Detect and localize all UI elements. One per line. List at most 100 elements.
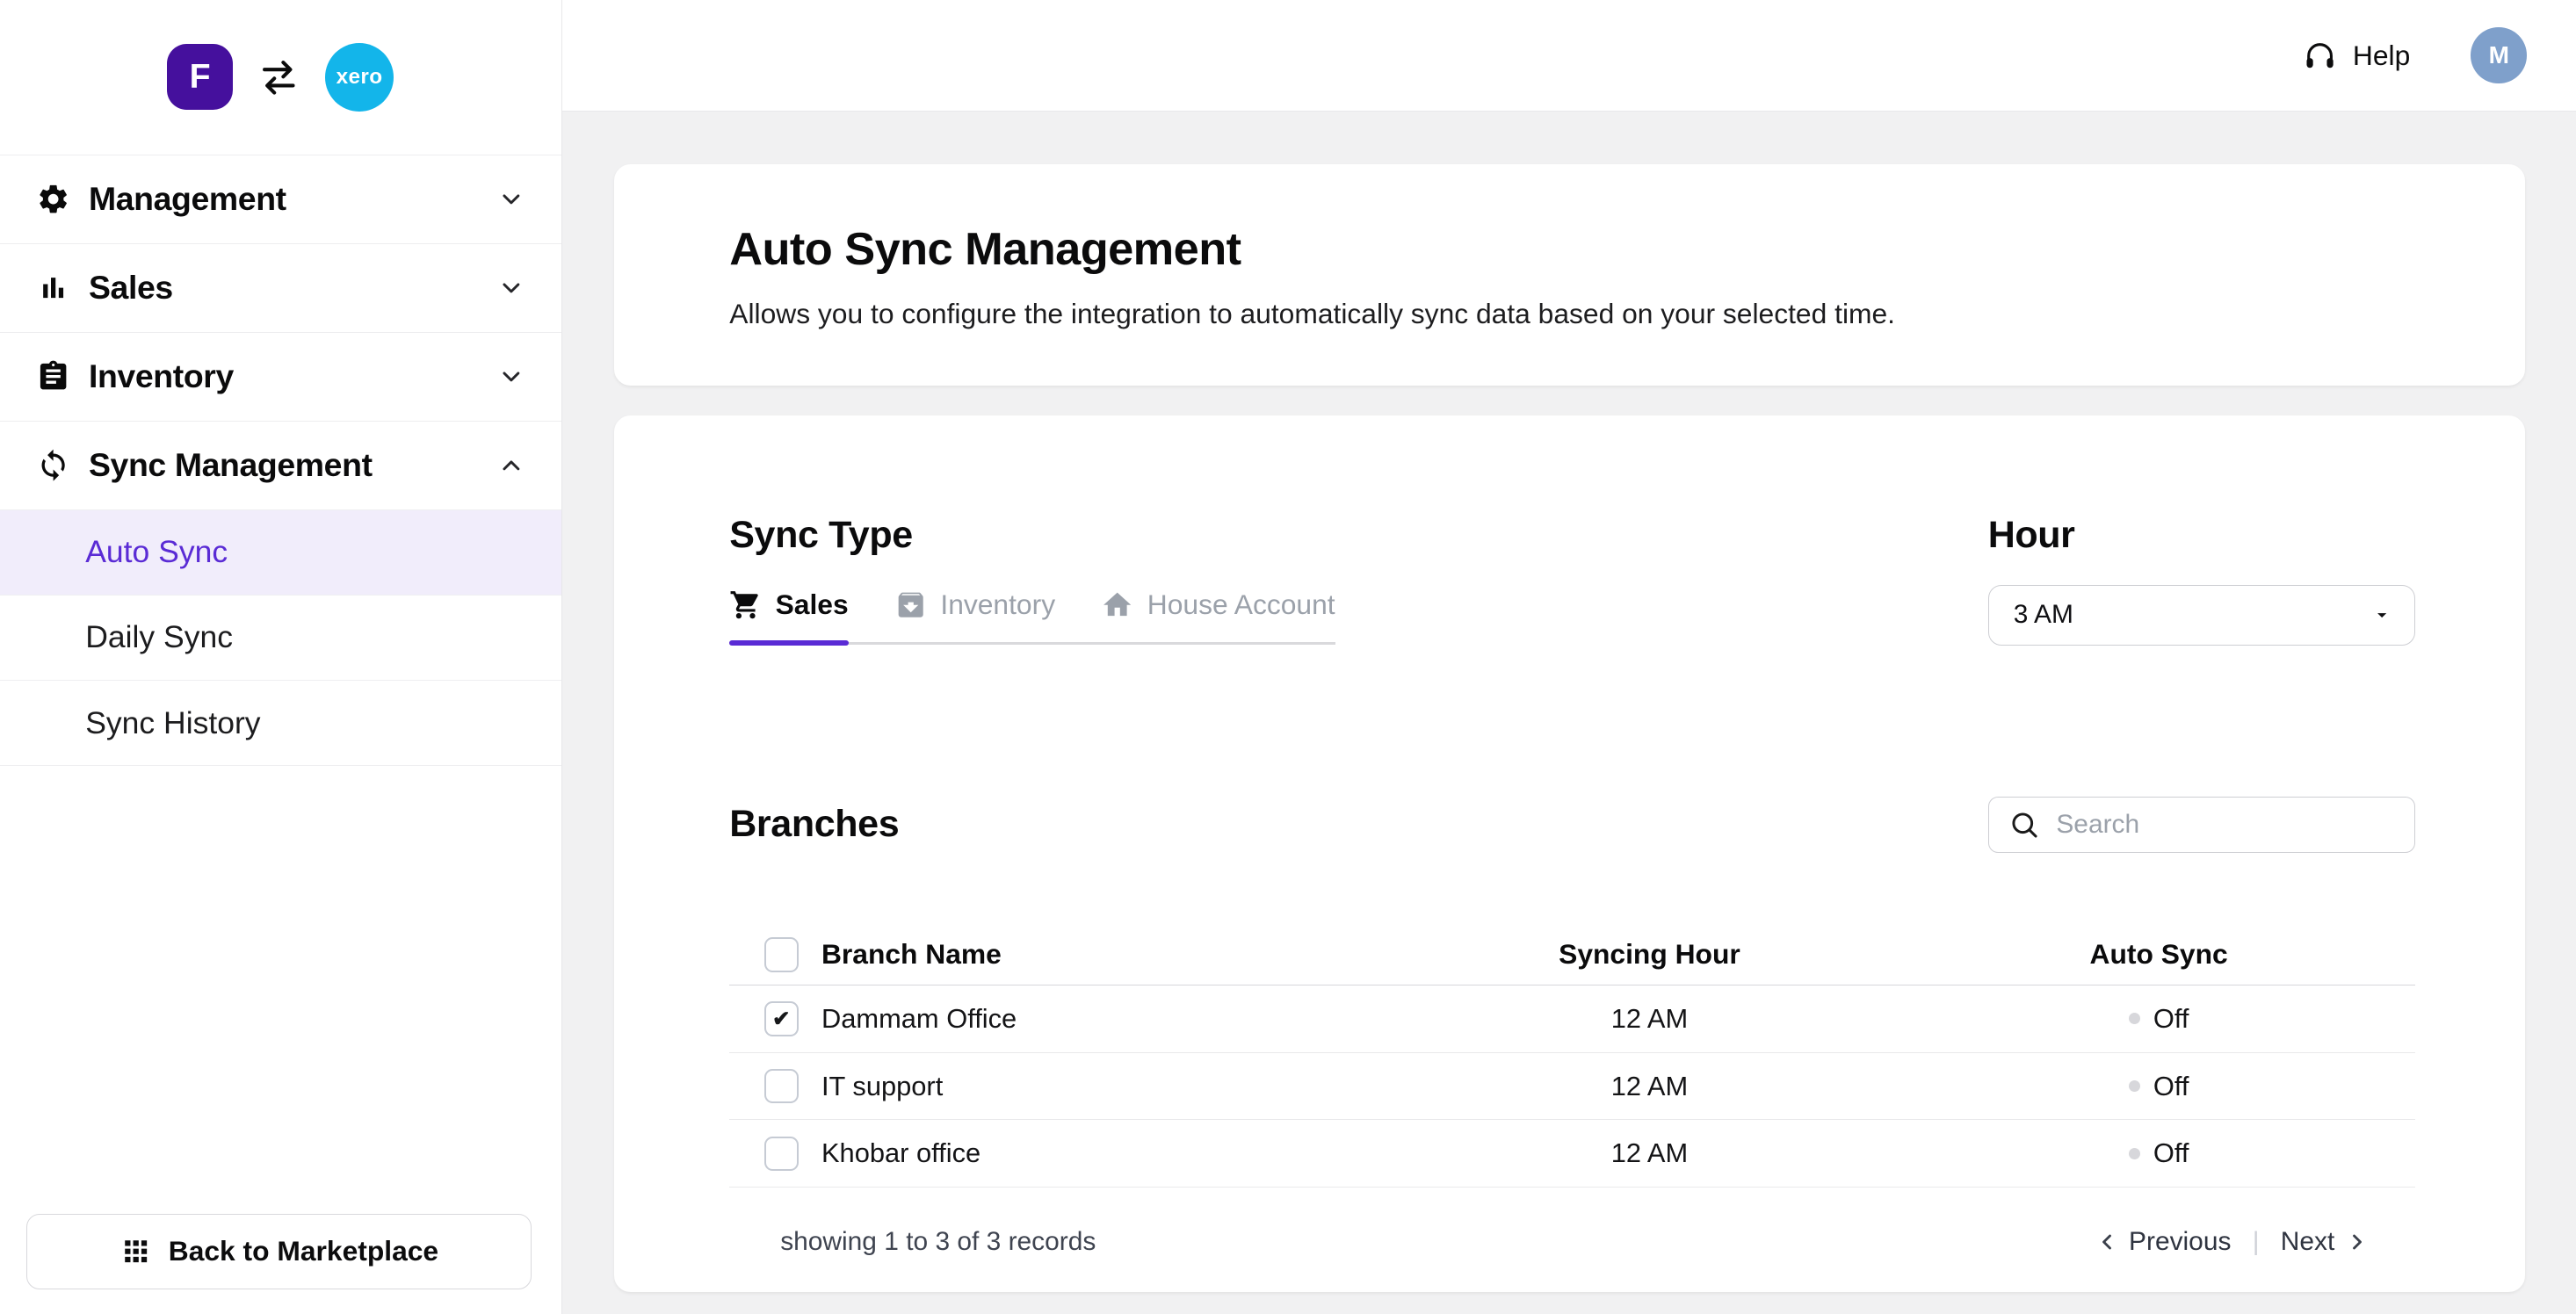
page-title: Auto Sync Management (729, 223, 2410, 276)
sidebar-item-label: Inventory (89, 357, 234, 395)
sidebar-item-label: Management (89, 180, 286, 218)
sidebar-item-sync-management[interactable]: Sync Management (0, 421, 561, 509)
chevron-down-icon (497, 274, 525, 302)
clipboard-icon (36, 359, 70, 393)
back-to-marketplace-button[interactable]: Back to Marketplace (26, 1214, 532, 1289)
search-icon (2008, 809, 2040, 841)
branches-heading: Branches (729, 803, 899, 846)
hour-selected-value: 3 AM (2014, 600, 2073, 630)
search-box (1988, 797, 2415, 853)
row-checkbox[interactable] (764, 1137, 799, 1171)
search-input[interactable] (2053, 808, 2399, 841)
sidebar-item-sync-history[interactable]: Sync History (0, 680, 561, 765)
pagination-separator: | (2253, 1227, 2260, 1257)
hour-select[interactable]: 3 AM (1988, 585, 2415, 646)
next-button[interactable]: Next (2281, 1227, 2370, 1257)
swap-arrows-icon (257, 56, 300, 99)
chevron-up-icon (497, 451, 525, 480)
tab-label: Sales (776, 588, 849, 621)
tab-sales[interactable]: Sales (729, 588, 848, 643)
sidebar-item-inventory[interactable]: Inventory (0, 332, 561, 421)
branches-table: Branch Name Syncing Hour Auto Sync ✔ Dam… (729, 925, 2415, 1188)
pagination: Previous | Next (2095, 1227, 2370, 1257)
help-label: Help (2353, 40, 2410, 72)
previous-label: Previous (2129, 1227, 2231, 1257)
sidebar-item-management[interactable]: Management (0, 155, 561, 243)
status-dot (2129, 1148, 2140, 1159)
sidebar-item-daily-sync[interactable]: Daily Sync (0, 595, 561, 680)
auto-sync-status: Off (1904, 1071, 2413, 1102)
status-dot (2129, 1080, 2140, 1092)
bar-chart-icon (36, 271, 70, 305)
sidebar-menu: Management Sales Inventory (0, 155, 561, 767)
caret-down-icon (2371, 604, 2392, 625)
row-checkbox[interactable] (764, 1069, 799, 1103)
page-header-card: Auto Sync Management Allows you to confi… (614, 164, 2525, 386)
column-header-syncing-hour: Syncing Hour (1395, 938, 1905, 971)
tab-label: Inventory (940, 588, 1055, 621)
sidebar: F xero Management (0, 0, 562, 1314)
hour-section: Hour 3 AM (1988, 514, 2415, 646)
column-header-branch-name: Branch Name (821, 938, 1395, 971)
home-icon (1101, 588, 1133, 621)
tab-inventory[interactable]: Inventory (894, 588, 1055, 643)
table-row: Khobar office 12 AM Off (729, 1120, 2415, 1188)
table-row: IT support 12 AM Off (729, 1053, 2415, 1121)
syncing-hour: 12 AM (1395, 1071, 1905, 1102)
column-header-auto-sync: Auto Sync (1904, 938, 2413, 971)
table-header-row: Branch Name Syncing Hour Auto Sync (729, 925, 2415, 986)
integration-logos: F xero (0, 0, 561, 155)
branch-name: Dammam Office (821, 1003, 1395, 1035)
status-label: Off (2153, 1071, 2189, 1102)
headset-icon (2302, 38, 2338, 74)
archive-icon (894, 588, 927, 621)
cart-icon (729, 588, 762, 621)
gear-icon (36, 182, 70, 216)
auto-sync-status: Off (1904, 1137, 2413, 1169)
help-button[interactable]: Help (2302, 38, 2410, 74)
syncing-hour: 12 AM (1395, 1003, 1905, 1035)
tab-house-account[interactable]: House Account (1101, 588, 1335, 643)
branch-name: Khobar office (821, 1137, 1395, 1169)
foodics-logo: F (167, 44, 233, 110)
sync-settings-card: Sync Type Sales (614, 415, 2525, 1293)
status-dot (2129, 1013, 2140, 1024)
records-summary: showing 1 to 3 of 3 records (780, 1227, 1096, 1257)
table-row: ✔ Dammam Office 12 AM Off (729, 986, 2415, 1053)
sidebar-item-label: Sync Management (89, 446, 373, 484)
page-content: Auto Sync Management Allows you to confi… (562, 112, 2576, 1314)
hour-heading: Hour (1988, 514, 2415, 557)
next-label: Next (2281, 1227, 2335, 1257)
previous-button[interactable]: Previous (2095, 1227, 2232, 1257)
sync-type-section: Sync Type Sales (729, 514, 1335, 645)
sync-management-submenu: Auto Sync Daily Sync Sync History (0, 509, 561, 767)
back-to-marketplace-label: Back to Marketplace (169, 1235, 438, 1267)
page-subtitle: Allows you to configure the integration … (729, 298, 2410, 330)
avatar[interactable]: M (2471, 27, 2527, 83)
chevron-left-icon (2095, 1230, 2119, 1254)
sync-type-heading: Sync Type (729, 514, 1335, 557)
topbar: Help M (562, 0, 2576, 112)
tab-label: House Account (1147, 588, 1335, 621)
xero-logo: xero (325, 43, 394, 112)
sidebar-item-sales[interactable]: Sales (0, 243, 561, 332)
table-footer: showing 1 to 3 of 3 records Previous | N… (729, 1227, 2415, 1257)
app-root: F xero Management (0, 0, 2576, 1314)
syncing-hour: 12 AM (1395, 1137, 1905, 1169)
status-label: Off (2153, 1003, 2189, 1035)
apps-grid-icon (119, 1235, 152, 1267)
sidebar-item-auto-sync[interactable]: Auto Sync (0, 509, 561, 595)
branches-header-row: Branches (729, 797, 2415, 853)
chevron-down-icon (497, 185, 525, 213)
branch-name: IT support (821, 1071, 1395, 1102)
chevron-down-icon (497, 363, 525, 391)
row-checkbox[interactable]: ✔ (764, 1001, 799, 1036)
chevron-right-icon (2345, 1230, 2370, 1254)
status-label: Off (2153, 1137, 2189, 1169)
main-area: Help M Auto Sync Management Allows you t… (562, 0, 2576, 1314)
sync-icon (36, 448, 70, 482)
auto-sync-status: Off (1904, 1003, 2413, 1035)
sidebar-item-label: Sales (89, 269, 173, 307)
select-all-checkbox[interactable] (764, 937, 799, 971)
sync-type-tabs: Sales Inventory (729, 588, 1335, 646)
